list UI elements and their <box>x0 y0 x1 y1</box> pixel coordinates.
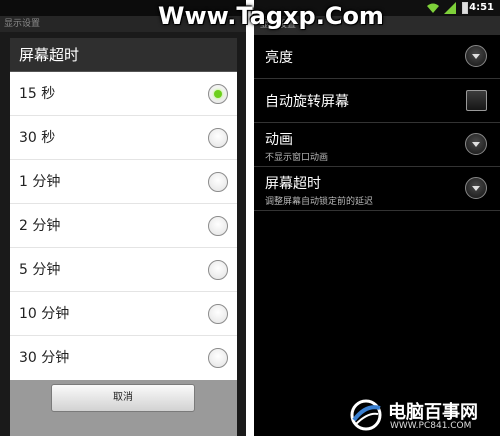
setting-subtitle: 调整屏幕自动锁定前的延迟 <box>265 197 374 207</box>
site-logo: 电脑百事网 WWW.PC841.COM <box>346 396 500 436</box>
option-label: 30 分钟 <box>19 350 70 366</box>
setting-subtitle: 不显示窗口动画 <box>265 153 329 163</box>
timeout-option-5min[interactable]: 5 分钟 <box>10 248 237 292</box>
logo-url: WWW.PC841.COM <box>390 421 472 431</box>
option-label: 30 秒 <box>19 130 56 146</box>
cancel-button[interactable]: 取消 <box>51 384 195 412</box>
dialog-title: 屏幕超时 <box>10 38 237 72</box>
radio-icon[interactable] <box>208 304 228 324</box>
radio-icon[interactable] <box>208 216 228 236</box>
option-label: 2 分钟 <box>19 218 61 234</box>
option-label: 5 分钟 <box>19 262 61 278</box>
setting-animation[interactable]: 动画 不显示窗口动画 <box>254 123 500 167</box>
radio-dot <box>214 90 222 98</box>
timeout-option-1min[interactable]: 1 分钟 <box>10 160 237 204</box>
dropdown-arrow-icon[interactable] <box>465 177 487 199</box>
logo-emblem-icon <box>350 399 382 431</box>
dropdown-arrow-icon[interactable] <box>465 133 487 155</box>
timeout-option-30s[interactable]: 30 秒 <box>10 116 237 160</box>
signal-icon <box>444 2 456 14</box>
option-label: 10 分钟 <box>19 306 70 322</box>
radio-icon[interactable] <box>208 260 228 280</box>
timeout-option-30min[interactable]: 30 分钟 <box>10 336 237 380</box>
right-phone-screen: 4:51 显示设置 亮度 自动旋转屏幕 动画 不显示窗口动画 屏幕超时 调整屏幕… <box>254 0 500 436</box>
radio-icon[interactable] <box>208 128 228 148</box>
battery-icon <box>462 2 468 14</box>
dropdown-arrow-icon[interactable] <box>465 45 487 67</box>
setting-title: 动画 <box>265 132 293 148</box>
setting-title: 屏幕超时 <box>265 176 321 192</box>
radio-icon[interactable] <box>208 172 228 192</box>
left-phone-screen: 显示设置 屏幕超时 15 秒 30 秒 1 分钟 2 分钟 5 分钟 10 分钟… <box>0 0 246 436</box>
timeout-option-10min[interactable]: 10 分钟 <box>10 292 237 336</box>
option-label: 15 秒 <box>19 86 56 102</box>
timeout-option-15s[interactable]: 15 秒 <box>10 72 237 116</box>
screen-divider <box>246 0 254 436</box>
setting-auto-rotate[interactable]: 自动旋转屏幕 <box>254 79 500 123</box>
screen-timeout-dialog: 屏幕超时 15 秒 30 秒 1 分钟 2 分钟 5 分钟 10 分钟 30 分… <box>10 38 237 436</box>
setting-screen-timeout[interactable]: 屏幕超时 调整屏幕自动锁定前的延迟 <box>254 167 500 211</box>
wifi-icon <box>427 3 439 13</box>
setting-title: 自动旋转屏幕 <box>265 94 349 110</box>
radio-icon[interactable] <box>208 348 228 368</box>
watermark-text: Www.Tagxp.Com <box>158 2 384 30</box>
radio-selected-icon[interactable] <box>208 84 228 104</box>
dialog-footer: 取消 <box>10 380 237 436</box>
status-time: 4:51 <box>469 2 494 13</box>
setting-brightness[interactable]: 亮度 <box>254 35 500 79</box>
option-label: 1 分钟 <box>19 174 61 190</box>
setting-title: 亮度 <box>265 50 293 66</box>
auto-rotate-checkbox[interactable] <box>466 90 487 111</box>
timeout-option-2min[interactable]: 2 分钟 <box>10 204 237 248</box>
